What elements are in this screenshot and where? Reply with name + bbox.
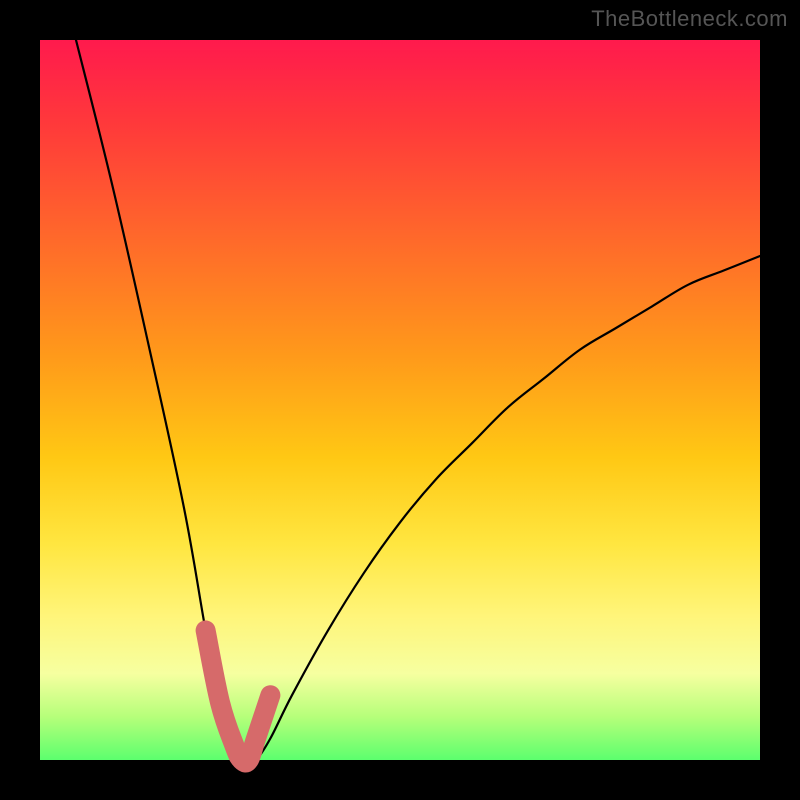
trough-marker	[206, 630, 271, 762]
bottleneck-curve	[76, 40, 760, 762]
plot-area	[40, 40, 760, 760]
attribution-label: TheBottleneck.com	[591, 6, 788, 32]
chart-frame: TheBottleneck.com	[0, 0, 800, 800]
curve-svg	[40, 40, 760, 760]
